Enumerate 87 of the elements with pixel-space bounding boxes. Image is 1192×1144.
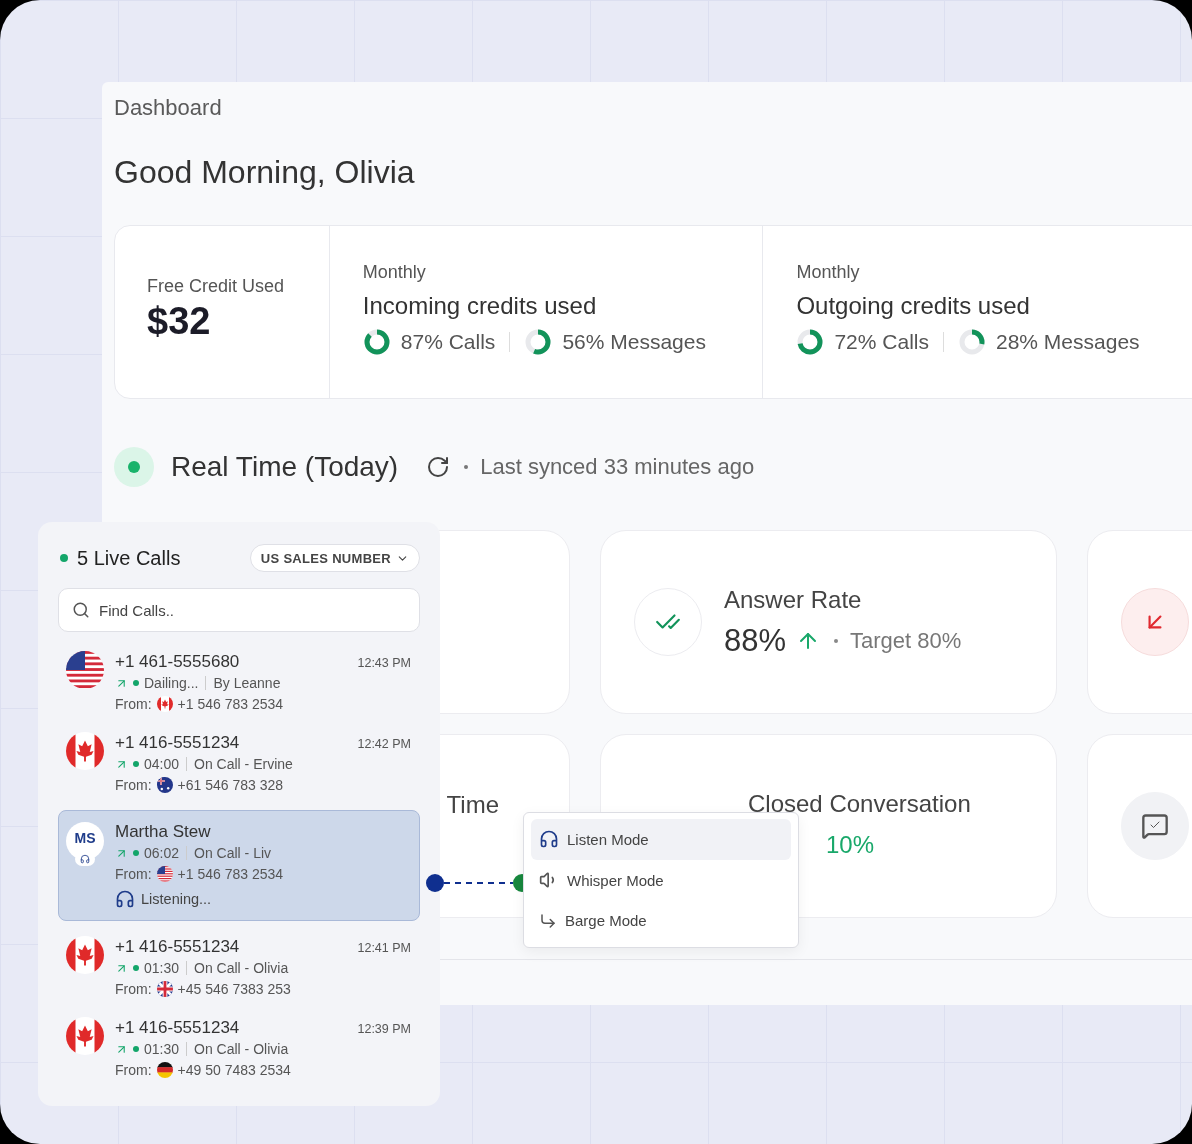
call-agent: By Leanne [213,674,281,693]
progress-ring [524,328,553,356]
live-dot [60,554,68,562]
caller-name: +1 416-5551234 [115,1017,240,1039]
metric-value: 88% [724,623,787,659]
meter-label: 72% Calls [834,330,929,354]
call-item[interactable]: +1 416-5551234 12:42 PM 04:00 On Call - Ervine From: +61 546 783 328 [58,729,420,798]
status-dot [133,680,139,686]
meter-label: 28% Messages [996,330,1140,354]
from-label: From: [115,694,152,714]
call-status: Dailing... [144,674,199,693]
listening-status: Listening... [141,891,212,907]
live-indicator [114,447,154,487]
target-text: Target 80% [850,628,962,654]
flag-icon [66,1017,104,1055]
card-title: Answer Rate [724,585,863,615]
sync-status: Last synced 33 minutes ago [480,454,755,480]
period-label: Monthly [796,261,861,284]
caller-name: +1 461-5555680 [115,651,240,673]
call-time: 12:41 PM [357,941,411,955]
flag-icon [156,980,173,997]
card-title: Time [446,790,499,820]
section-title: Real Time (Today) [171,451,399,483]
panel-title: 5 Live Calls [77,546,181,570]
call-agent: On Call - Olivia [194,959,289,978]
call-time: 12:42 PM [357,737,411,751]
flag-icon [156,776,173,793]
period-label: Monthly [362,261,427,284]
call-agent: On Call - Liv [194,844,272,863]
from-number: +1 546 783 2534 [177,694,284,714]
refresh-button[interactable] [426,455,451,479]
flag-icon [66,936,104,974]
call-status: 04:00 [144,755,180,774]
from-number: +45 546 7383 253 [177,979,291,999]
credit-value: $32 [147,299,212,344]
call-item[interactable]: +1 461-5555680 12:43 PM Dailing... By Leanne From: +1 546 783 2534 [58,648,420,717]
call-agent: On Call - Olivia [194,1040,289,1059]
menu-item[interactable]: Listen Mode [531,819,791,860]
search-icon [72,601,90,619]
menu-item[interactable]: Whisper Mode [531,859,791,901]
progress-ring [362,328,391,356]
caller-name: +1 416-5551234 [115,732,240,754]
from-label: From: [115,775,152,795]
credits-title: Incoming credits used [362,291,598,321]
from-number: +49 50 7483 2534 [177,1060,291,1080]
menu-item[interactable]: Barge Mode [531,900,791,941]
caller-name: +1 416-5551234 [115,936,240,958]
greeting: Good Morning, Olivia [114,153,416,192]
card-title: Closed Conversation [748,789,971,819]
status-dot [133,761,139,767]
call-status: 06:02 [144,844,180,863]
corner-arrow-icon [539,911,557,930]
status-dot [133,1046,139,1052]
headphones-icon [539,829,559,850]
from-label: From: [115,979,152,999]
from-label: From: [115,1060,152,1080]
flag-icon [156,695,173,712]
headphones-icon [75,852,95,866]
meter-label: 56% Messages [562,330,706,354]
call-agent: On Call - Ervine [194,755,293,774]
breadcrumb: Dashboard [114,94,223,122]
meter-label: 87% Calls [400,330,496,354]
status-dot [133,850,139,856]
number-dropdown[interactable]: US SALES NUMBER [249,544,420,572]
flag-icon [156,1061,173,1078]
call-time: 12:39 PM [357,1022,411,1036]
progress-ring [958,328,986,356]
from-number: +1 546 783 2534 [177,864,284,884]
call-item[interactable]: +1 416-5551234 12:39 PM 01:30 On Call - Olivia From: +49 50 7483 2534 [58,1014,420,1083]
call-item[interactable]: +1 416-5551234 12:41 PM 01:30 On Call - Olivia From: +45 546 7383 253 [58,933,420,1002]
credit-label: Free Credit Used [147,275,286,298]
call-status: 01:30 [144,1040,180,1059]
headphones-icon [115,889,135,909]
change-value: 10% [826,831,875,859]
flag-icon [66,732,104,770]
flag-icon [66,651,104,689]
status-dot [133,965,139,971]
call-item[interactable]: MS Martha Stew 06:02 On Call - Liv From: +1 546 783 2534 Listening... [58,810,420,921]
flag-icon [156,865,173,882]
call-time: 12:43 PM [357,656,411,670]
search-field[interactable]: Find Calls.. [58,588,420,632]
from-label: From: [115,864,152,884]
credits-title: Outgoing credits used [796,291,1031,321]
progress-ring [796,328,825,356]
caller-name: Martha Stew [115,821,211,843]
from-number: +61 546 783 328 [177,775,284,795]
call-status: 01:30 [144,959,180,978]
